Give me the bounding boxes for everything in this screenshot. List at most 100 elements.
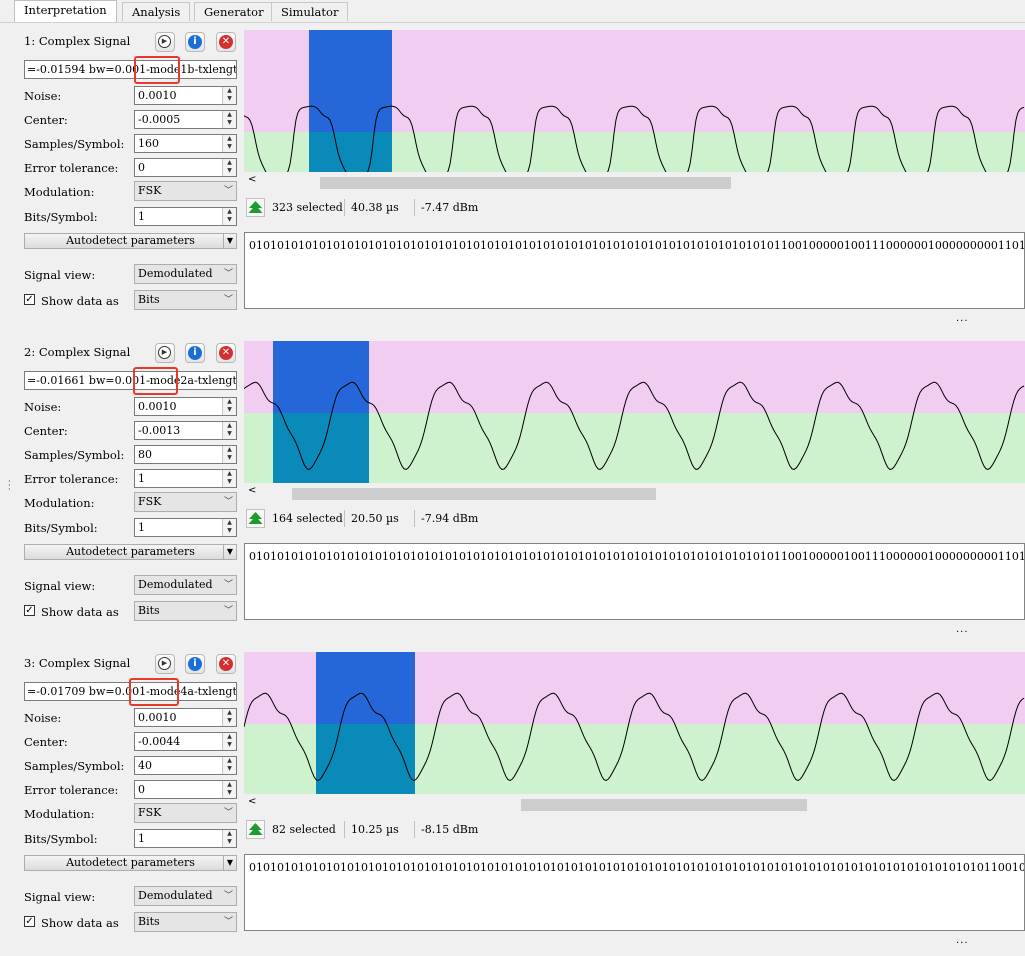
spin-up-icon[interactable]: ▲ — [223, 159, 236, 167]
spin-down-icon[interactable]: ▼ — [223, 741, 236, 749]
autodetect-button[interactable]: Autodetect parameters ▼ — [24, 855, 237, 871]
protocol-bits-view[interactable]: 0101010101010101010101010101010101010101… — [244, 232, 1025, 309]
signal-graph[interactable] — [244, 30, 1025, 172]
bits-per-symbol-spinbox[interactable]: 1 ▲ ▼ — [134, 829, 237, 848]
spin-up-icon[interactable]: ▲ — [223, 709, 236, 717]
noise-spinbox[interactable]: 0.0010 ▲ ▼ — [134, 86, 237, 105]
spin-up-icon[interactable]: ▲ — [223, 733, 236, 741]
spin-arrows[interactable]: ▲ ▼ — [222, 830, 236, 847]
spin-up-icon[interactable]: ▲ — [223, 830, 236, 838]
spin-down-icon[interactable]: ▼ — [223, 838, 236, 846]
center-spinbox[interactable]: -0.0044 ▲ ▼ — [134, 732, 237, 751]
spin-arrows[interactable]: ▲ ▼ — [222, 422, 236, 439]
spin-down-icon[interactable]: ▼ — [223, 430, 236, 438]
scrollbar-thumb[interactable] — [320, 177, 731, 189]
spin-down-icon[interactable]: ▼ — [223, 406, 236, 414]
signal-name-field[interactable]: =-0.01661 bw=0.001-mode2a-txlength4 — [24, 371, 237, 390]
signal-view-select[interactable]: Demodulated ﹀ — [134, 264, 237, 284]
spin-arrows[interactable]: ▲ ▼ — [222, 519, 236, 536]
spin-down-icon[interactable]: ▼ — [223, 119, 236, 127]
spin-arrows[interactable]: ▲ ▼ — [222, 470, 236, 487]
spin-down-icon[interactable]: ▼ — [223, 454, 236, 462]
scrollbar-thumb[interactable] — [521, 799, 807, 811]
replay-button[interactable]: ▶ — [155, 343, 175, 363]
samples-per-symbol-spinbox[interactable]: 80 ▲ ▼ — [134, 445, 237, 464]
graph-scrollbar[interactable]: < — [244, 796, 1025, 812]
error-tolerance-spinbox[interactable]: 0 ▲ ▼ — [134, 158, 237, 177]
autodetect-button[interactable]: Autodetect parameters ▼ — [24, 544, 237, 560]
spin-arrows[interactable]: ▲ ▼ — [222, 709, 236, 726]
spin-up-icon[interactable]: ▲ — [223, 208, 236, 216]
spin-down-icon[interactable]: ▼ — [223, 167, 236, 175]
spin-down-icon[interactable]: ▼ — [223, 789, 236, 797]
spin-arrows[interactable]: ▲ ▼ — [222, 733, 236, 750]
error-tolerance-spinbox[interactable]: 1 ▲ ▼ — [134, 469, 237, 488]
selection-tree-icon[interactable] — [246, 198, 265, 217]
signal-graph[interactable] — [244, 652, 1025, 794]
replay-button[interactable]: ▶ — [155, 654, 175, 674]
scrollbar-thumb[interactable] — [292, 488, 656, 500]
autodetect-button[interactable]: Autodetect parameters ▼ — [24, 233, 237, 249]
spin-up-icon[interactable]: ▲ — [223, 135, 236, 143]
modulation-select[interactable]: FSK ﹀ — [134, 803, 237, 823]
selection-tree-icon[interactable] — [246, 820, 265, 839]
samples-per-symbol-spinbox[interactable]: 40 ▲ ▼ — [134, 756, 237, 775]
tab-analysis[interactable]: Analysis — [122, 2, 191, 21]
tab-simulator[interactable]: Simulator — [271, 2, 349, 21]
graph-scrollbar[interactable]: < — [244, 174, 1025, 190]
spin-down-icon[interactable]: ▼ — [223, 216, 236, 224]
spin-down-icon[interactable]: ▼ — [223, 527, 236, 535]
splitter-handle[interactable]: ··· — [956, 938, 969, 949]
bits-per-symbol-spinbox[interactable]: 1 ▲ ▼ — [134, 518, 237, 537]
selection-tree-icon[interactable] — [246, 509, 265, 528]
spin-arrows[interactable]: ▲ ▼ — [222, 135, 236, 152]
dropdown-arrow-icon[interactable]: ▼ — [223, 856, 236, 870]
signal-name-field[interactable]: =-0.01594 bw=0.001-mode1b-txlength4 — [24, 60, 237, 79]
close-signal-button[interactable]: ✕ — [216, 343, 236, 363]
bits-per-symbol-spinbox[interactable]: 1 ▲ ▼ — [134, 207, 237, 226]
spin-up-icon[interactable]: ▲ — [223, 87, 236, 95]
center-spinbox[interactable]: -0.0005 ▲ ▼ — [134, 110, 237, 129]
spin-arrows[interactable]: ▲ ▼ — [222, 757, 236, 774]
show-data-checkbox[interactable]: ✓ — [24, 605, 35, 616]
error-tolerance-spinbox[interactable]: 0 ▲ ▼ — [134, 780, 237, 799]
spin-up-icon[interactable]: ▲ — [223, 757, 236, 765]
spin-arrows[interactable]: ▲ ▼ — [222, 781, 236, 798]
noise-spinbox[interactable]: 0.0010 ▲ ▼ — [134, 708, 237, 727]
protocol-bits-view[interactable]: 0101010101010101010101010101010101010101… — [244, 543, 1025, 620]
spin-up-icon[interactable]: ▲ — [223, 111, 236, 119]
signal-view-select[interactable]: Demodulated ﹀ — [134, 575, 237, 595]
scroll-left-icon[interactable]: < — [248, 485, 256, 496]
noise-spinbox[interactable]: 0.0010 ▲ ▼ — [134, 397, 237, 416]
replay-button[interactable]: ▶ — [155, 32, 175, 52]
show-data-checkbox[interactable]: ✓ — [24, 294, 35, 305]
tab-interpretation[interactable]: Interpretation — [14, 0, 117, 22]
scroll-left-icon[interactable]: < — [248, 796, 256, 807]
modulation-select[interactable]: FSK ﹀ — [134, 181, 237, 201]
spin-arrows[interactable]: ▲ ▼ — [222, 159, 236, 176]
spin-arrows[interactable]: ▲ ▼ — [222, 208, 236, 225]
graph-scrollbar[interactable]: < — [244, 485, 1025, 501]
spin-down-icon[interactable]: ▼ — [223, 765, 236, 773]
info-button[interactable]: i — [185, 32, 205, 52]
spin-up-icon[interactable]: ▲ — [223, 470, 236, 478]
spin-down-icon[interactable]: ▼ — [223, 478, 236, 486]
show-data-as-select[interactable]: Bits ﹀ — [134, 912, 237, 932]
spin-down-icon[interactable]: ▼ — [223, 717, 236, 725]
close-signal-button[interactable]: ✕ — [216, 32, 236, 52]
splitter-handle[interactable]: ··· — [956, 316, 969, 327]
spin-up-icon[interactable]: ▲ — [223, 446, 236, 454]
spin-arrows[interactable]: ▲ ▼ — [222, 111, 236, 128]
spin-arrows[interactable]: ▲ ▼ — [222, 398, 236, 415]
info-button[interactable]: i — [185, 654, 205, 674]
spin-down-icon[interactable]: ▼ — [223, 143, 236, 151]
scroll-left-icon[interactable]: < — [248, 174, 256, 185]
center-spinbox[interactable]: -0.0013 ▲ ▼ — [134, 421, 237, 440]
spin-up-icon[interactable]: ▲ — [223, 398, 236, 406]
spin-up-icon[interactable]: ▲ — [223, 519, 236, 527]
spin-arrows[interactable]: ▲ ▼ — [222, 446, 236, 463]
protocol-bits-view[interactable]: 0101010101010101010101010101010101010101… — [244, 854, 1025, 931]
tab-generator[interactable]: Generator — [194, 2, 274, 21]
spin-arrows[interactable]: ▲ ▼ — [222, 87, 236, 104]
dropdown-arrow-icon[interactable]: ▼ — [223, 234, 236, 248]
